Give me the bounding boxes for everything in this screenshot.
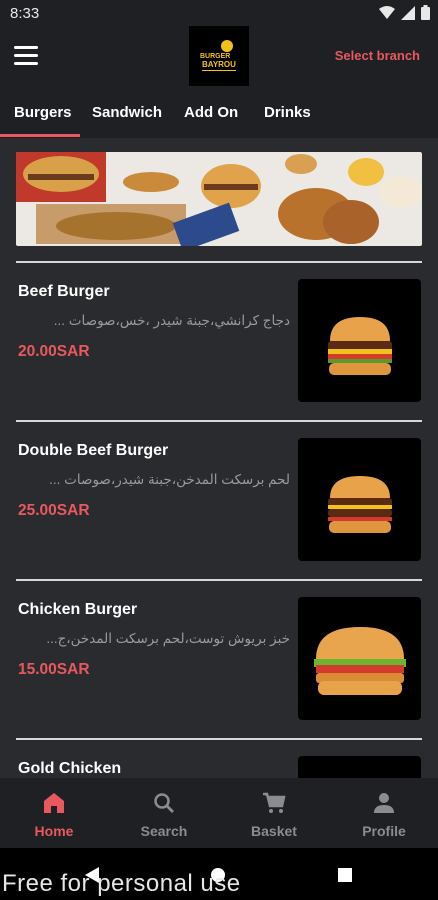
- nav-label: Profile: [362, 823, 406, 839]
- bottom-nav: Home Search Basket Profile: [0, 778, 438, 848]
- status-time: 8:33: [10, 5, 40, 22]
- item-description: دجاج كرانشي،جبنة شيدر ،خس،صوصات ...: [53, 313, 290, 328]
- active-tab-indicator: [0, 134, 80, 137]
- battery-icon: [421, 5, 430, 20]
- item-name: Gold Chicken: [18, 760, 122, 777]
- item-name: Chicken Burger: [18, 601, 138, 618]
- search-icon: [154, 793, 174, 813]
- svg-text:BURGER: BURGER: [200, 53, 230, 60]
- tab-add-on[interactable]: Add On: [184, 104, 238, 121]
- tab-drinks[interactable]: Drinks: [264, 104, 311, 121]
- tab-burgers[interactable]: Burgers: [14, 104, 72, 121]
- item-name: Beef Burger: [18, 283, 110, 300]
- nav-label: Search: [140, 823, 188, 839]
- category-tabs: Burgers Sandwich Add On Drinks: [0, 90, 438, 138]
- nav-label: Basket: [251, 823, 297, 839]
- divider: [16, 738, 422, 740]
- menu-item[interactable]: Gold Chicken: [0, 756, 438, 778]
- status-icons: [379, 5, 430, 20]
- menu-icon[interactable]: [14, 46, 38, 68]
- menu-item[interactable]: Beef Burger دجاج كرانشي،جبنة شيدر ،خس،صو…: [0, 279, 438, 405]
- watermark-text: Free for personal use: [2, 870, 241, 897]
- item-price: 15.00SAR: [18, 661, 90, 678]
- nav-search[interactable]: Search: [124, 792, 204, 839]
- recents-icon[interactable]: [337, 867, 353, 883]
- item-description: لحم برسكت المدخن،جبنة شيدر،صوصات ...: [49, 472, 290, 487]
- item-image: [298, 279, 421, 402]
- divider: [16, 420, 422, 422]
- item-image: [298, 597, 421, 720]
- menu-item[interactable]: Double Beef Burger لحم برسكت المدخن،جبنة…: [0, 438, 438, 564]
- item-price: 20.00SAR: [18, 343, 90, 360]
- nav-profile[interactable]: Profile: [344, 792, 424, 839]
- promo-banner[interactable]: [16, 152, 422, 246]
- tab-sandwich[interactable]: Sandwich: [92, 104, 162, 121]
- item-price: 25.00SAR: [18, 502, 90, 519]
- menu-item[interactable]: Chicken Burger خبز بريوش توست،لحم برسكت …: [0, 597, 438, 723]
- item-description: خبز بريوش توست،لحم برسكت المدخن،ج...: [46, 631, 290, 646]
- status-bar: 8:33: [0, 0, 438, 28]
- svg-text:BAYROU: BAYROU: [202, 60, 236, 69]
- menu-list: Beef Burger دجاج كرانشي،جبنة شيدر ،خس،صو…: [0, 138, 438, 778]
- select-branch-button[interactable]: Select branch: [335, 48, 420, 63]
- divider: [16, 579, 422, 581]
- nav-label: Home: [34, 823, 74, 839]
- item-image: [298, 756, 421, 778]
- cart-icon: [263, 792, 286, 813]
- item-image: [298, 438, 421, 561]
- divider: [16, 261, 422, 263]
- nav-home[interactable]: Home: [14, 792, 94, 839]
- app-bar: BURGER BAYROU Select branch: [0, 26, 438, 90]
- home-icon: [44, 793, 64, 813]
- item-name: Double Beef Burger: [18, 442, 169, 459]
- person-icon: [374, 793, 394, 813]
- brand-logo: BURGER BAYROU: [189, 26, 249, 86]
- wifi-icon: [379, 5, 395, 19]
- signal-icon: [401, 5, 415, 20]
- nav-basket[interactable]: Basket: [234, 792, 314, 839]
